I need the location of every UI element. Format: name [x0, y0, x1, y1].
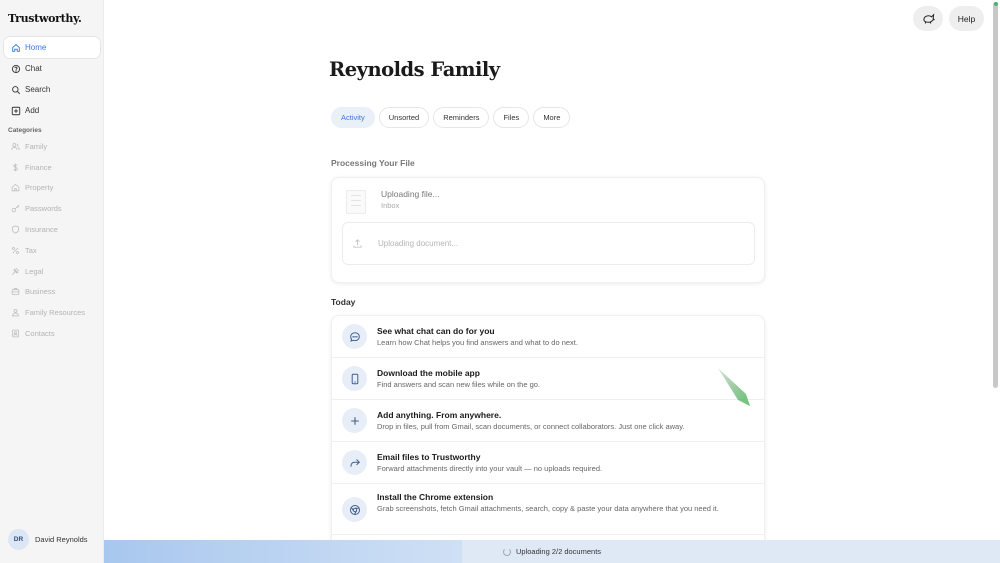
home-icon [12, 43, 20, 52]
add-icon [11, 106, 21, 115]
bug-report-icon [922, 13, 935, 24]
tab-bar: Activity Unsorted Reminders Files More [331, 107, 574, 128]
list-item-chat[interactable]: See what chat can do for you Learn how C… [332, 316, 764, 358]
item-title: Email files to Trustworthy [377, 452, 481, 462]
chat-bubble-icon [342, 324, 367, 349]
item-description: Learn how Chat helps you find answers an… [377, 338, 578, 347]
sidebar-item-label: Family [25, 141, 48, 151]
sidebar-item-tax[interactable]: Tax [4, 240, 100, 261]
sidebar-item-insurance[interactable]: Insurance [4, 219, 100, 240]
sidebar-item-add[interactable]: Add [4, 100, 100, 121]
sidebar-item-label: Insurance [25, 225, 58, 235]
sidebar-item-chat[interactable]: Chat [4, 58, 100, 79]
sidebar-item-label: Legal [25, 266, 44, 276]
sidebar-item-label: Finance [25, 162, 52, 172]
plus-icon [342, 408, 367, 433]
key-icon [11, 205, 20, 213]
tab-activity[interactable]: Activity [331, 107, 375, 128]
file-thumbnail [346, 190, 366, 214]
page-scrollbar[interactable] [993, 2, 998, 388]
percent-icon [12, 247, 19, 254]
upload-progress-bar: Uploading 2/2 documents [104, 540, 1000, 563]
avatar: DR [8, 529, 29, 550]
sidebar-item-label: Property [25, 183, 54, 193]
upload-icon [353, 239, 362, 248]
item-title: See what chat can do for you [377, 326, 495, 336]
item-description: Find answers and scan new files while on… [377, 380, 541, 389]
item-title: Add anything. From anywhere. [377, 410, 502, 420]
sidebar-item-label: Tax [25, 245, 37, 255]
dollar-icon [13, 163, 18, 171]
gavel-icon [11, 267, 20, 275]
today-list: See what chat can do for you Learn how C… [331, 315, 765, 555]
file-name: Uploading file... [381, 189, 440, 199]
upload-progress-text: Uploading 2/2 documents [515, 547, 602, 556]
upload-progress-label: Uploading 2/2 documents [104, 540, 1000, 563]
item-description: Forward attachments directly into your v… [377, 464, 603, 473]
upload-dropzone[interactable]: Uploading document... [342, 222, 755, 265]
briefcase-icon [11, 288, 20, 296]
categories-list: Family Finance Property Passwords Insura… [4, 136, 100, 344]
item-title: Download the mobile app [377, 368, 480, 378]
sidebar-item-label: Chat [25, 63, 42, 73]
house-icon [11, 184, 20, 192]
sidebar-item-label: Home [25, 42, 47, 52]
sidebar-item-passwords[interactable]: Passwords [4, 198, 100, 219]
family-icon [11, 143, 20, 150]
sidebar: Trustworthy. Home Chat Search Add Catego… [0, 0, 104, 563]
sidebar-item-search[interactable]: Search [4, 79, 100, 100]
app-logo[interactable]: Trustworthy. [8, 12, 82, 25]
sidebar-item-legal[interactable]: Legal [4, 261, 100, 282]
item-title: Install the Chrome extension [377, 492, 494, 502]
sidebar-item-label: Family Resources [25, 308, 86, 318]
sidebar-item-label: Business [25, 287, 56, 297]
sidebar-item-label: Contacts [25, 329, 55, 339]
chat-icon [11, 64, 21, 73]
sidebar-item-label: Passwords [25, 204, 62, 214]
list-item-mobile-app[interactable]: Download the mobile app Find answers and… [332, 358, 764, 400]
sidebar-nav: Home Chat Search Add [4, 37, 100, 121]
tab-files[interactable]: Files [493, 107, 530, 128]
list-item-add-anything[interactable]: Add anything. From anywhere. Drop in fil… [332, 400, 764, 442]
search-icon [12, 85, 21, 94]
file-location: Inbox [381, 201, 400, 210]
processing-heading: Processing Your File [331, 158, 415, 168]
list-item-chrome-extension[interactable]: Install the Chrome extension Grab screen… [332, 484, 764, 535]
processing-card: Uploading file... Inbox Uploading docume… [331, 177, 765, 283]
sidebar-item-business[interactable]: Business [4, 282, 100, 303]
tab-unsorted[interactable]: Unsorted [378, 107, 430, 128]
chrome-icon [342, 497, 367, 522]
sidebar-item-finance[interactable]: Finance [4, 157, 100, 178]
tab-reminders[interactable]: Reminders [433, 107, 490, 128]
sidebar-item-label: Add [25, 105, 40, 115]
sidebar-item-label: Search [25, 84, 51, 94]
cursor-trail-icon [718, 368, 750, 406]
help-button[interactable]: Help [949, 6, 984, 31]
shield-icon [12, 225, 19, 234]
list-item-email-files[interactable]: Email files to Trustworthy Forward attac… [332, 442, 764, 484]
item-description: Drop in files, pull from Gmail, scan doc… [377, 422, 685, 431]
tab-more[interactable]: More [533, 107, 571, 128]
forward-icon [342, 450, 367, 475]
people-icon [12, 309, 19, 317]
contacts-icon [12, 329, 19, 338]
sidebar-item-family-resources[interactable]: Family Resources [4, 302, 100, 323]
report-bug-button[interactable] [913, 6, 943, 31]
sidebar-item-family[interactable]: Family [4, 136, 100, 157]
item-description: Grab screenshots, fetch Gmail attachment… [377, 504, 719, 513]
phone-icon [342, 366, 367, 391]
sidebar-item-property[interactable]: Property [4, 178, 100, 199]
upload-status-text: Uploading document... [378, 239, 459, 248]
user-name: David Reynolds [35, 535, 88, 544]
scroll-indicator-dot [994, 2, 998, 6]
page-title: Reynolds Family [329, 58, 500, 81]
user-profile[interactable]: DR David Reynolds [8, 529, 88, 550]
sidebar-item-home[interactable]: Home [4, 37, 100, 58]
spinner-icon [502, 547, 511, 556]
sidebar-item-contacts[interactable]: Contacts [4, 323, 100, 344]
today-heading: Today [331, 297, 356, 307]
categories-heading: Categories [8, 127, 42, 134]
